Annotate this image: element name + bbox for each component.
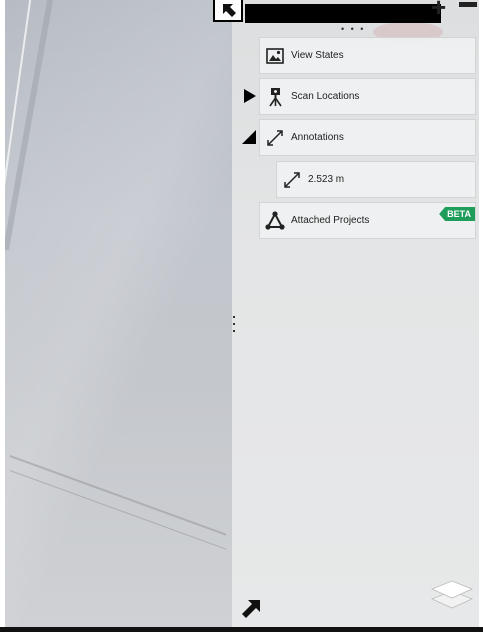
zoom-in-button[interactable]: + <box>431 0 446 20</box>
floor-line <box>9 470 227 550</box>
annotation-measurement-item[interactable]: 2.523 m <box>276 161 476 198</box>
split-divider-handle[interactable] <box>233 316 236 340</box>
toolbar-more-dots[interactable]: • • • <box>341 24 365 34</box>
collapse-toggle-icon[interactable] <box>242 130 256 144</box>
top-toolbar: • • • + <box>213 0 483 42</box>
panel-item-scan-locations[interactable]: Scan Locations <box>259 78 476 115</box>
measurement-value: 2.523 m <box>308 174 345 185</box>
toolbar-title-bar <box>245 4 441 23</box>
beta-badge: BETA <box>439 207 475 221</box>
back-arrow-button[interactable] <box>213 0 243 22</box>
panel-item-annotations[interactable]: Annotations <box>259 119 476 156</box>
expand-toggle-icon[interactable] <box>242 89 256 103</box>
frame-border-right <box>479 0 483 632</box>
scan-viewer[interactable]: • • • + View States Scan Locations Annot… <box>0 0 483 632</box>
panel-item-label: View States <box>291 50 344 61</box>
panel-item-label: Scan Locations <box>291 91 360 102</box>
layers-icon[interactable] <box>430 575 474 611</box>
panel-item-label: Attached Projects <box>291 215 370 226</box>
measure-icon <box>264 127 286 149</box>
expand-view-arrow-icon[interactable] <box>240 598 262 620</box>
floor-line <box>9 455 227 536</box>
zoom-out-button[interactable] <box>459 2 477 7</box>
frame-border-left <box>0 0 5 632</box>
bottom-bar <box>0 627 483 632</box>
back-arrow-icon <box>223 4 236 17</box>
image-icon <box>264 45 286 67</box>
scanner-icon <box>264 86 286 108</box>
measure-icon <box>281 169 303 191</box>
panel-item-label: Annotations <box>291 132 344 143</box>
panel-item-attached-projects[interactable]: Attached Projects BETA <box>259 202 476 239</box>
network-icon <box>264 210 286 232</box>
panel-item-view-states[interactable]: View States <box>259 37 476 74</box>
scan-view-left[interactable] <box>0 0 232 627</box>
